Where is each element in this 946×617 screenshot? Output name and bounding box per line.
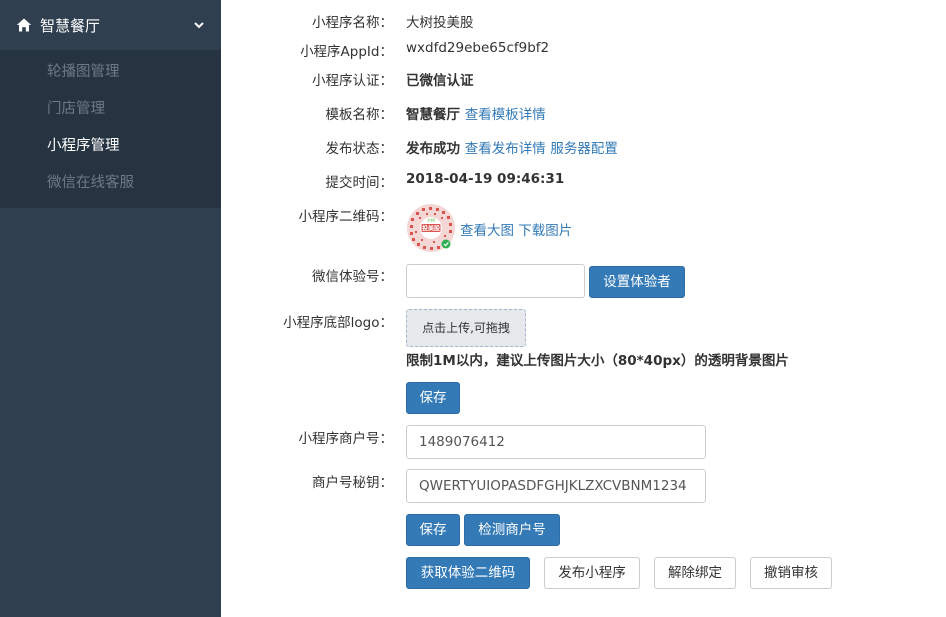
- sidebar-menu-header[interactable]: 智慧餐厅: [0, 0, 221, 50]
- tester-input[interactable]: [406, 264, 585, 298]
- template-label: 模板名称：: [325, 107, 394, 123]
- home-icon: [16, 18, 32, 32]
- publish-details-link[interactable]: 查看发布详情: [465, 141, 546, 157]
- qrcode-download-link[interactable]: 下载图片: [518, 223, 572, 239]
- auth-value: 已微信认证: [406, 73, 474, 89]
- template-value: 智慧餐厅: [406, 107, 460, 123]
- name-label: 小程序名称：: [312, 15, 393, 31]
- publish-status-label: 发布状态：: [325, 141, 394, 157]
- publish-miniprogram-button[interactable]: 发布小程序: [544, 557, 640, 589]
- unbind-button[interactable]: 解除绑定: [654, 557, 736, 589]
- sidebar-title: 智慧餐厅: [40, 17, 101, 35]
- merchant-id-input[interactable]: [406, 425, 706, 459]
- merchant-secret-input[interactable]: [406, 469, 706, 503]
- qrcode-brand-small: 大树: [427, 217, 435, 223]
- publish-status-row: 发布成功 查看发布详情 服务器配置: [406, 137, 618, 157]
- merchant-label: 小程序商户号：: [298, 431, 394, 447]
- auth-label: 小程序认证：: [312, 73, 393, 89]
- template-row: 智慧餐厅 查看模板详情: [406, 103, 546, 123]
- submit-time-value: 2018-04-19 09:46:31: [406, 171, 565, 187]
- qrcode-icon[interactable]: 大树 投美股: [406, 203, 456, 253]
- submit-time-label: 提交时间：: [325, 175, 394, 191]
- get-trial-qrcode-button[interactable]: 获取体验二维码: [406, 557, 530, 589]
- tester-label: 微信体验号：: [312, 269, 393, 285]
- publish-status-value: 发布成功: [406, 141, 460, 157]
- sidebar-submenu: 轮播图管理 门店管理 小程序管理 微信在线客服: [0, 50, 221, 208]
- qrcode-label: 小程序二维码：: [298, 209, 394, 225]
- revoke-review-button[interactable]: 撤销审核: [750, 557, 832, 589]
- sidebar-item-stores[interactable]: 门店管理: [47, 97, 105, 118]
- save-logo-button[interactable]: 保存: [406, 382, 460, 414]
- qrcode-brand-text: 投美股: [422, 225, 441, 233]
- check-merchant-button[interactable]: 检测商户号: [464, 514, 560, 546]
- chevron-down-icon[interactable]: [193, 19, 205, 31]
- logo-hint: 限制1M以内，建议上传图片大小（80*40px）的透明背景图片: [406, 353, 789, 369]
- secret-label: 商户号秘钥：: [312, 475, 393, 491]
- sidebar-item-miniprogram[interactable]: 小程序管理: [47, 134, 120, 155]
- template-details-link[interactable]: 查看模板详情: [465, 107, 546, 123]
- server-config-link[interactable]: 服务器配置: [550, 141, 618, 157]
- sidebar: 智慧餐厅 轮播图管理 门店管理 小程序管理 微信在线客服: [0, 0, 221, 617]
- set-tester-button[interactable]: 设置体验者: [589, 266, 685, 298]
- qrcode-links: 查看大图 下载图片: [460, 219, 572, 239]
- appid-value: wxdfd29ebe65cf9bf2: [406, 40, 550, 56]
- appid-label: 小程序AppId：: [300, 44, 393, 60]
- name-value: 大树投美股: [406, 15, 474, 31]
- logo-upload-dropzone[interactable]: 点击上传,可拖拽: [406, 309, 526, 347]
- qrcode-view-link[interactable]: 查看大图: [460, 223, 514, 239]
- logo-label: 小程序底部logo：: [283, 315, 393, 331]
- sidebar-item-carousel[interactable]: 轮播图管理: [47, 60, 120, 81]
- sidebar-item-customer-service[interactable]: 微信在线客服: [47, 171, 134, 192]
- save-merchant-button[interactable]: 保存: [406, 514, 460, 546]
